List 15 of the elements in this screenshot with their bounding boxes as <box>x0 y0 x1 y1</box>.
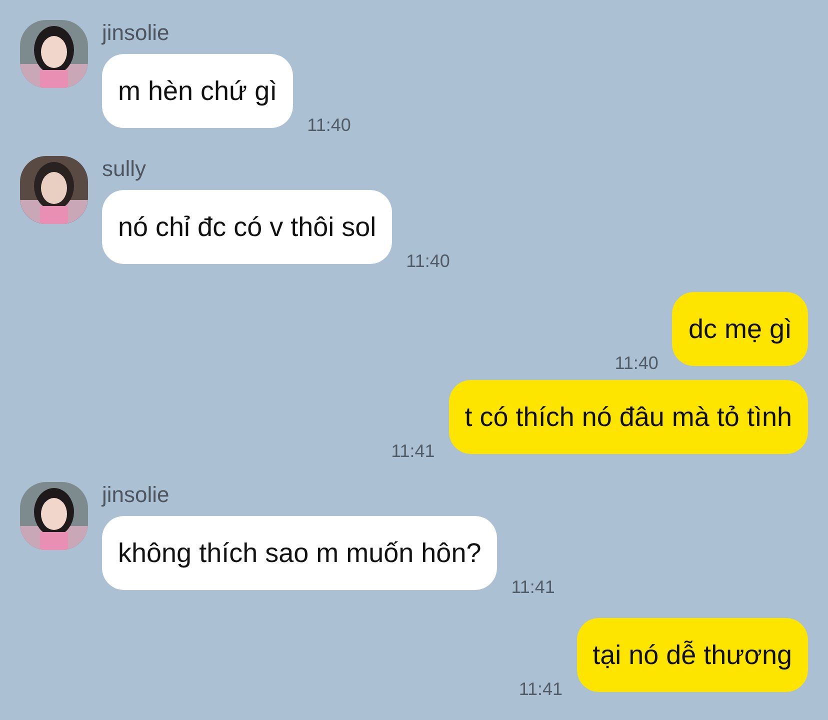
message-bubble: không thích sao m muốn hôn? <box>102 516 498 590</box>
sender-name: sully <box>102 156 148 182</box>
sender-name: jinsolie <box>102 20 170 46</box>
message-bubble: dc mẹ gì <box>672 292 808 366</box>
message-time: 11:41 <box>518 678 563 700</box>
message-time: 11:40 <box>614 352 658 374</box>
message-bubble: m hèn chứ gì <box>102 54 294 128</box>
message-time: 11:40 <box>406 250 450 272</box>
message-time: 11:41 <box>511 576 555 598</box>
sender-name: jinsolie <box>102 482 170 508</box>
message-bubble: t có thích nó đâu mà tỏ tình <box>448 380 808 454</box>
message-time: 11:40 <box>307 114 351 136</box>
message-time: 11:41 <box>391 440 435 462</box>
message-bubble: tại nó dễ thương <box>576 618 808 692</box>
message-bubble: nó chỉ đc có v thôi sol <box>102 190 392 264</box>
